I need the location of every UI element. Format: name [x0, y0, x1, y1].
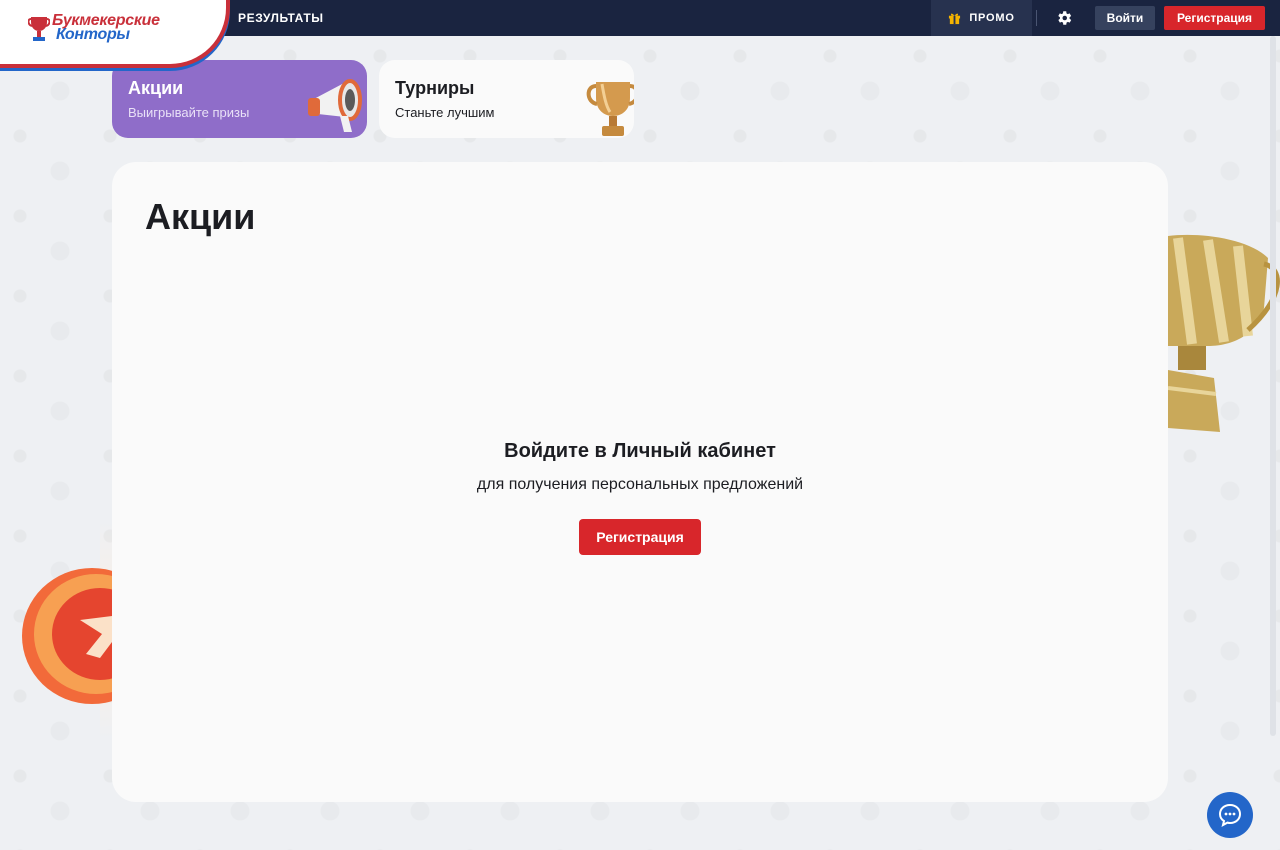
- category-title: Турниры: [395, 78, 475, 98]
- category-subtitle: Станьте лучшим: [395, 105, 495, 120]
- divider: [1036, 10, 1037, 26]
- register-button-header[interactable]: Регистрация: [1164, 6, 1265, 30]
- promotions-panel: Акции Войдите в Личный кабинет для получ…: [112, 162, 1168, 802]
- chat-icon: [1218, 803, 1242, 827]
- promo-button[interactable]: ПРОМО: [931, 0, 1032, 36]
- chat-button[interactable]: [1207, 792, 1253, 838]
- promo-label: ПРОМО: [969, 12, 1015, 24]
- trophy-logo-icon: [28, 17, 50, 41]
- category-card-tournaments[interactable]: Турниры Станьте лучшим: [379, 60, 634, 138]
- logo[interactable]: Букмекерские Конторы: [28, 13, 160, 44]
- login-prompt-subtitle: для получения персональных предложений: [476, 476, 804, 493]
- category-subtitle: Выигрывайте призы: [128, 105, 250, 120]
- nav-results-link[interactable]: РЕЗУЛЬТАТЫ: [238, 11, 324, 25]
- category-title: Акции: [128, 78, 184, 98]
- coin-decoration-icon: [22, 568, 112, 704]
- trophy-icon: [586, 82, 634, 136]
- login-prompt-title: Войдите в Личный кабинет: [504, 440, 776, 462]
- trophy-decoration-icon: [1168, 234, 1280, 432]
- logo-text-line2: Конторы: [56, 26, 130, 43]
- register-button[interactable]: Регистрация: [579, 519, 701, 555]
- scrollbar[interactable]: [1270, 36, 1276, 736]
- page-title: Акции: [145, 196, 256, 237]
- category-card-promos[interactable]: Акции Выигрывайте призы: [112, 60, 367, 138]
- gear-icon[interactable]: [1055, 9, 1073, 27]
- login-button[interactable]: Войти: [1095, 6, 1155, 30]
- logo-container[interactable]: Букмекерские Конторы: [0, 0, 230, 68]
- megaphone-icon: [308, 79, 362, 132]
- gift-icon: [949, 13, 961, 24]
